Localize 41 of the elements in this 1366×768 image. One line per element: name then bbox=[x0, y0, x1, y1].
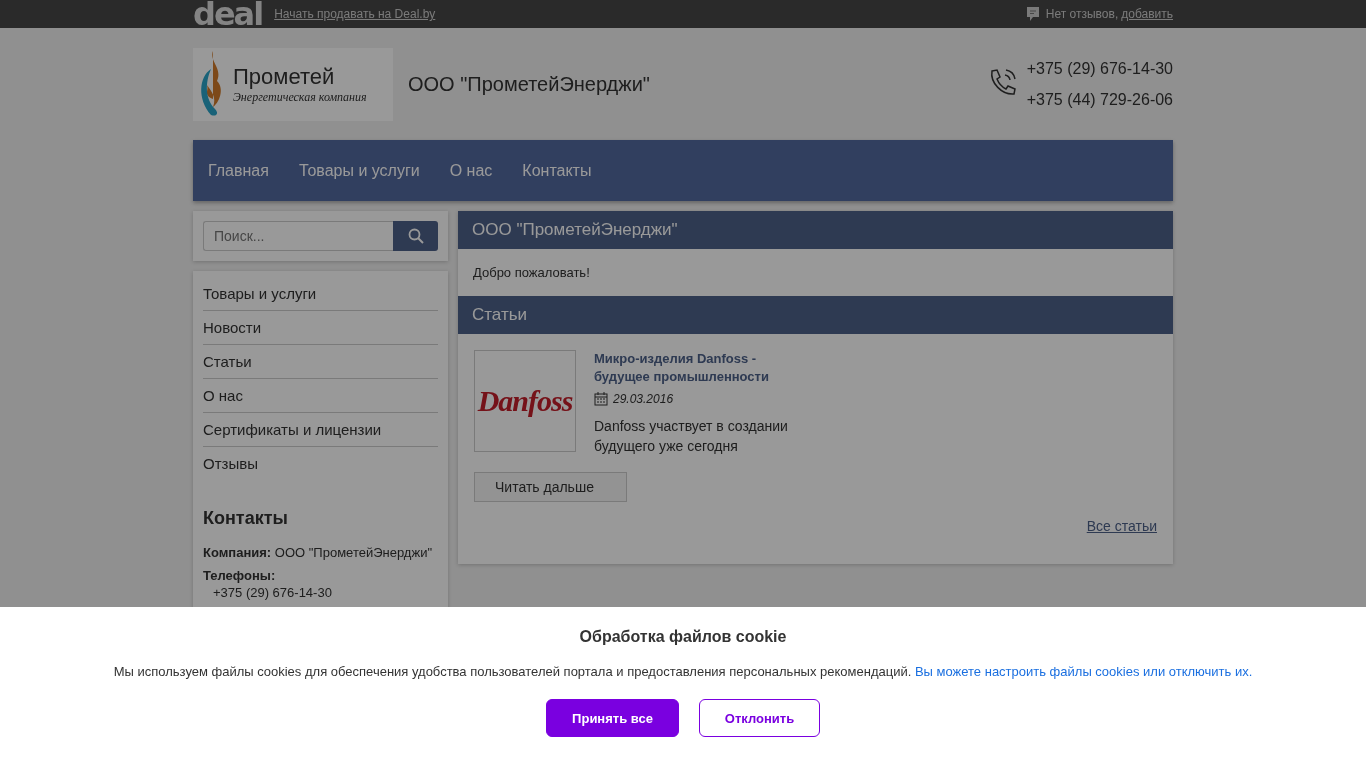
company-logo[interactable]: Прометей Энергетическая компания bbox=[193, 47, 393, 121]
article-title-link[interactable]: Микро-изделия Danfoss - будущее промышленности bbox=[594, 350, 784, 386]
article-summary: Danfoss участвует в создании будущего уже сегодня bbox=[594, 417, 789, 456]
menu-link[interactable]: Товары и услуги bbox=[298, 161, 420, 180]
sidebar-link[interactable]: Товары и услуги bbox=[203, 277, 438, 311]
menu-link[interactable]: Контакты bbox=[522, 161, 592, 180]
all-articles-link[interactable]: Все статьи bbox=[458, 518, 1157, 534]
phone-number[interactable]: +375 (29) 676-14-30 bbox=[203, 585, 438, 600]
search-field[interactable]: Поиск... bbox=[203, 221, 393, 251]
welcome-text: Добро пожаловать! bbox=[472, 264, 591, 282]
add-review-link[interactable]: добавить bbox=[1121, 7, 1173, 21]
site-logo[interactable]: deal bbox=[193, 0, 263, 28]
sidebar-link[interactable]: Статьи bbox=[203, 345, 438, 379]
read-more-button[interactable]: Читать дальше bbox=[474, 472, 627, 502]
article-date: 29.03.2016 bbox=[613, 392, 674, 406]
sidebar-link[interactable]: Отзывы bbox=[203, 447, 438, 480]
phone-number[interactable]: +375 (44) 729-26-06 bbox=[1026, 84, 1173, 115]
phones-label: Телефоны: bbox=[203, 568, 277, 583]
comment-icon bbox=[1025, 6, 1040, 22]
section-header: Статьи bbox=[458, 296, 1173, 334]
phone-number[interactable]: +375 (29) 676-14-30 bbox=[1026, 53, 1173, 84]
panel-header: ООО "ПрометейЭнерджи" bbox=[458, 211, 1173, 249]
sidebar-link[interactable]: Сертификаты и лицензии bbox=[203, 413, 438, 447]
sell-link[interactable]: Начать продавать на Deal.by bbox=[274, 7, 436, 21]
menu-link[interactable]: О нас bbox=[449, 161, 493, 180]
reviews-text: Нет отзывов, bbox=[1045, 7, 1119, 21]
cookie-title: Обработка файлов cookie bbox=[578, 628, 788, 646]
cookie-settings-link[interactable]: Вы можете настроить файлы cookies или отключить их. bbox=[914, 664, 1253, 679]
search-button[interactable] bbox=[393, 221, 438, 251]
article-thumbnail[interactable]: Danfoss bbox=[474, 350, 576, 452]
calendar-icon bbox=[594, 392, 608, 406]
sidebar-link[interactable]: О нас bbox=[203, 379, 438, 413]
company-name: ООО "ПрометейЭнерджи" bbox=[408, 72, 651, 96]
contacts-heading: Контакты bbox=[203, 508, 289, 529]
accept-button[interactable]: Принять все bbox=[546, 699, 679, 737]
search-icon bbox=[407, 228, 424, 244]
company-line: Компания: ООО "ПрометейЭнерджи" bbox=[203, 545, 434, 560]
decline-button[interactable]: Отклонить bbox=[699, 699, 820, 737]
sidebar-link[interactable]: Новости bbox=[203, 311, 438, 345]
menu-link[interactable]: Главная bbox=[208, 161, 269, 180]
cookie-text: Мы используем файлы cookies для обеспечения удобства пользователей портала и предоставления персональных рекомендаций. Вы можете настроить файлы cookies или отключить их. bbox=[112, 664, 1254, 679]
